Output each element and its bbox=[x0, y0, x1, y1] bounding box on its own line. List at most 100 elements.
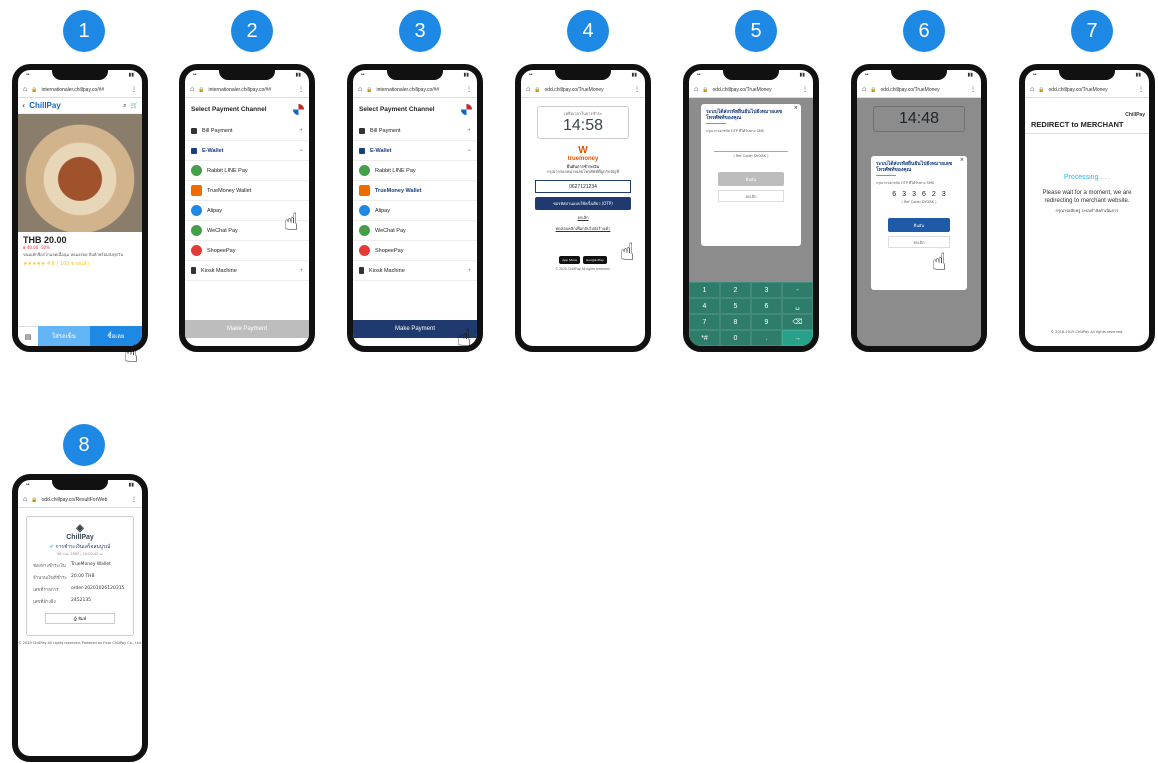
app-store-badge[interactable]: App Store bbox=[559, 256, 580, 264]
back-icon[interactable]: ‹ bbox=[22, 101, 25, 110]
phone-number-input[interactable]: 0627121234 bbox=[535, 180, 631, 193]
url-bar[interactable]: ⌂ 🔒 internationaler.chillpay.co/## ⋮ bbox=[18, 82, 142, 98]
cart-icon[interactable]: 🛒 bbox=[131, 102, 138, 109]
step-badge-6: 6 bbox=[903, 10, 945, 52]
payment-row-rabbit[interactable]: Rabbit LINE Pay bbox=[353, 161, 477, 181]
phone-screen-5: •• ▮▮ ⌂ 🔒 odd.chillpay.co/TrueMoney ⋮ × ร… bbox=[683, 64, 819, 352]
url-bar[interactable]: ⌂ 🔒 odd.chillpay.co/ResultForWeb ⋮ bbox=[18, 492, 142, 508]
key[interactable]: 8 bbox=[720, 314, 751, 330]
url-bar[interactable]: ⌂ 🔒 internationaler.chillpay.co/## ⋮ bbox=[353, 82, 477, 98]
more-icon[interactable]: ⋮ bbox=[802, 86, 808, 93]
url-text: internationaler.chillpay.co/## bbox=[208, 86, 272, 93]
more-icon[interactable]: ⋮ bbox=[131, 86, 137, 93]
payment-row-truemoney[interactable]: TrueMoney Wallet bbox=[185, 181, 309, 201]
page-title: REDIRECT to MERCHANT bbox=[1031, 120, 1124, 129]
payment-row-wechat[interactable]: WeChat Pay bbox=[353, 221, 477, 241]
pointer-hand-icon: ☝ bbox=[932, 248, 947, 276]
search-icon[interactable]: ⌕ bbox=[123, 102, 126, 110]
google-play-badge[interactable]: Google Play bbox=[582, 256, 607, 264]
step-badge-3: 3 bbox=[399, 10, 441, 52]
product-price: THB 20.00 bbox=[23, 235, 67, 245]
home-icon[interactable]: ⌂ bbox=[1030, 86, 1034, 93]
make-payment-button-disabled[interactable]: Make Payment bbox=[185, 320, 309, 338]
key[interactable]: 5 bbox=[720, 298, 751, 314]
more-icon[interactable]: ⋮ bbox=[298, 86, 304, 93]
step-badge-5: 5 bbox=[735, 10, 777, 52]
key[interactable]: ⌫ bbox=[782, 314, 813, 330]
payment-row-kiosk[interactable]: Kiosk Machine + bbox=[353, 261, 477, 281]
receipt-row: เลขที่รายการ order-20201026120315 bbox=[33, 586, 125, 593]
key[interactable]: 6 bbox=[751, 298, 782, 314]
home-icon[interactable]: ⌂ bbox=[23, 496, 27, 503]
url-bar[interactable]: ⌂ 🔒 odd.chillpay.co/TrueMoney ⋮ bbox=[1025, 82, 1149, 98]
home-icon[interactable]: ⌂ bbox=[862, 86, 866, 93]
key[interactable]: 3 bbox=[751, 282, 782, 298]
payment-row-shopee[interactable]: ShopeePay bbox=[353, 241, 477, 261]
key-enter[interactable]: → bbox=[782, 330, 813, 346]
key[interactable]: 9 bbox=[751, 314, 782, 330]
key[interactable]: 2 bbox=[720, 282, 751, 298]
payment-row-truemoney-selected[interactable]: TrueMoney Wallet bbox=[353, 181, 477, 201]
payment-row-ewallet[interactable]: E-Wallet − bbox=[185, 141, 309, 161]
language-flag-icon[interactable] bbox=[293, 104, 304, 115]
url-bar[interactable]: ⌂ 🔒 odd.chillpay.co/TrueMoney ⋮ bbox=[689, 82, 813, 98]
otp-input[interactable]: 633623 bbox=[876, 191, 962, 198]
shopeepay-icon bbox=[359, 245, 370, 256]
more-icon[interactable]: ⋮ bbox=[970, 86, 976, 93]
request-otp-button[interactable]: ขอรหัสผ่านแบบใช้ครั้งเดียว (OTP) bbox=[535, 197, 631, 210]
key[interactable]: 7 bbox=[689, 314, 720, 330]
key[interactable]: 1 bbox=[689, 282, 720, 298]
footer-text: © 2020 ChillPay All rights reserved. bbox=[555, 267, 611, 271]
close-icon[interactable]: × bbox=[794, 105, 798, 111]
home-icon[interactable]: ⌂ bbox=[358, 86, 362, 93]
pointer-hand-icon: ☝ bbox=[620, 238, 635, 266]
wechat-pay-icon bbox=[191, 225, 202, 236]
cancel-link[interactable]: ยกเลิก bbox=[521, 214, 645, 221]
payment-row-ewallet[interactable]: E-Wallet − bbox=[353, 141, 477, 161]
cancel-button[interactable]: ยกเลิก bbox=[888, 236, 950, 248]
countdown-timer: เหลือเวลาในการชำระ 14:58 bbox=[537, 106, 629, 139]
payment-row-bill[interactable]: Bill Payment + bbox=[353, 121, 477, 141]
lock-icon: 🔒 bbox=[366, 86, 373, 93]
wechat-pay-icon bbox=[359, 225, 370, 236]
payment-row-rabbit[interactable]: Rabbit LINE Pay bbox=[185, 161, 309, 181]
kiosk-icon bbox=[191, 267, 196, 274]
home-icon[interactable]: ⌂ bbox=[526, 86, 530, 93]
pay-instructions: ยืนยันการชำระเงิน กรุณากรอกหมายเลขโทรศัพท… bbox=[546, 164, 620, 174]
step-badge-7: 7 bbox=[1071, 10, 1113, 52]
confirm-button-disabled[interactable]: ยืนยัน bbox=[718, 172, 784, 186]
more-icon[interactable]: ⋮ bbox=[131, 496, 137, 503]
add-to-cart-button[interactable]: ใส่รถเข็น bbox=[38, 326, 90, 346]
key[interactable]: 0 bbox=[720, 330, 751, 346]
processing-text: Processing . . . bbox=[1063, 174, 1111, 181]
print-button[interactable]: ⎙ พิมพ์ bbox=[45, 613, 115, 624]
url-bar[interactable]: ⌂ 🔒 internationaler.chillpay.co/## ⋮ bbox=[185, 82, 309, 98]
step-badge-1: 1 bbox=[63, 10, 105, 52]
url-bar[interactable]: ⌂ 🔒 odd.chillpay.co/TrueMoney ⋮ bbox=[521, 82, 645, 98]
close-icon[interactable]: × bbox=[960, 157, 964, 163]
key[interactable]: ␣ bbox=[782, 298, 813, 314]
cart-button[interactable]: ▤ bbox=[18, 326, 38, 346]
home-icon[interactable]: ⌂ bbox=[23, 86, 27, 93]
payment-row-kiosk[interactable]: Kiosk Machine + bbox=[185, 261, 309, 281]
more-icon[interactable]: ⋮ bbox=[466, 86, 472, 93]
home-icon[interactable]: ⌂ bbox=[190, 86, 194, 93]
otp-input[interactable] bbox=[714, 144, 788, 152]
payment-row-shopee[interactable]: ShopeePay bbox=[185, 241, 309, 261]
payment-row-bill[interactable]: Bill Payment + bbox=[185, 121, 309, 141]
more-icon[interactable]: ⋮ bbox=[634, 86, 640, 93]
key[interactable]: 4 bbox=[689, 298, 720, 314]
cancel-button[interactable]: ยกเลิก bbox=[718, 190, 784, 202]
more-icon[interactable]: ⋮ bbox=[1138, 86, 1144, 93]
confirm-button[interactable]: ยืนยัน bbox=[888, 218, 950, 232]
back-to-merchant-link[interactable]: ทดสอบคลิกเพื่อกลับไปยังร้านค้า bbox=[521, 225, 645, 232]
language-flag-icon[interactable] bbox=[461, 104, 472, 115]
step-badge-8: 8 bbox=[63, 424, 105, 466]
url-bar[interactable]: ⌂ 🔒 odd.chillpay.co/TrueMoney ⋮ bbox=[857, 82, 981, 98]
receipt-card: ◈ ChillPay ✔ การชำระเงินเสร็จสมบูรณ์ 26 ก… bbox=[26, 516, 134, 636]
key[interactable]: - bbox=[782, 282, 813, 298]
home-icon[interactable]: ⌂ bbox=[694, 86, 698, 93]
key[interactable]: *# bbox=[689, 330, 720, 346]
key[interactable]: . bbox=[751, 330, 782, 346]
payment-row-alipay[interactable]: Alipay bbox=[353, 201, 477, 221]
